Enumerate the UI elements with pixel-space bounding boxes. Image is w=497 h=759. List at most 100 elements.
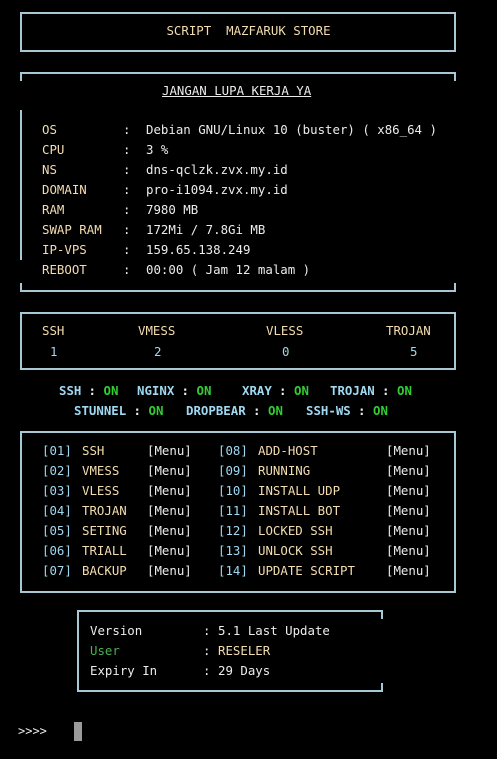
menu-item-name[interactable]: UPDATE SCRIPT (258, 561, 355, 581)
menu-item-number: [02] (42, 463, 72, 478)
menu-item-name[interactable]: INSTALL UDP (258, 481, 340, 501)
info-value: 172Mi / 7.8Gi MB (146, 222, 266, 237)
info-separator: : (123, 202, 131, 217)
account-label: VLESS (266, 323, 304, 338)
menu-item-name[interactable]: LOCKED SSH (258, 521, 333, 541)
info-separator: : (123, 222, 131, 237)
menu-item-number: [01] (42, 443, 72, 458)
service-name: SSH (59, 383, 82, 398)
version-label: User (90, 643, 120, 658)
version-value: 5.1 Last Update (218, 623, 330, 638)
menu-item-number: [05] (42, 523, 72, 538)
menu-tag[interactable]: [Menu] (147, 441, 192, 461)
menu-item-name[interactable]: VLESS (82, 481, 119, 501)
service-status-on: ON (373, 403, 388, 418)
service-name: SSH-WS (306, 403, 351, 418)
menu-item-name[interactable]: TRIALL (82, 541, 127, 561)
info-separator: : (123, 122, 131, 137)
service-separator: : (382, 383, 390, 398)
account-label: SSH (42, 323, 65, 338)
menu-item-name[interactable]: BACKUP (82, 561, 127, 581)
menu-item-name[interactable]: SETING (82, 521, 127, 541)
service-separator: : (279, 383, 287, 398)
service-name: XRAY (242, 383, 272, 398)
version-label: Version (90, 623, 143, 638)
service-separator: : (133, 403, 141, 418)
menu-item-number: [03] (42, 483, 72, 498)
menu-item-name[interactable]: RUNNING (258, 461, 310, 481)
menu-item-number: [09] (218, 463, 248, 478)
menu-item-number: [08] (218, 443, 248, 458)
info-label: IP-VPS (42, 242, 87, 257)
menu-item-number: [04] (42, 503, 72, 518)
info-value: 7980 MB (146, 202, 199, 217)
info-label: REBOOT (42, 262, 87, 277)
menu-tag[interactable]: [Menu] (386, 561, 431, 581)
version-separator: : (203, 643, 211, 658)
menu-item-name[interactable]: SSH (82, 441, 104, 461)
service-name: NGINX (137, 383, 175, 398)
info-value: 3 % (146, 142, 169, 157)
menu-item-number: [10] (218, 483, 248, 498)
menu-item-number: [06] (42, 543, 72, 558)
menu-tag[interactable]: [Menu] (147, 501, 192, 521)
menu-tag[interactable]: [Menu] (147, 541, 192, 561)
info-value: Debian GNU/Linux 10 (buster) ( x86_64 ) (146, 122, 437, 137)
info-value: 159.65.138.249 (146, 242, 251, 257)
info-heading: JANGAN LUPA KERJA YA (162, 83, 312, 98)
account-count: 1 (50, 344, 58, 359)
info-separator: : (123, 242, 131, 257)
prompt: >>>> (18, 724, 47, 738)
info-label: DOMAIN (42, 182, 87, 197)
menu-item-name[interactable]: UNLOCK SSH (258, 541, 333, 561)
info-label: CPU (42, 142, 65, 157)
input-cursor[interactable] (74, 722, 82, 741)
menu-item-name[interactable]: ADD-HOST (258, 441, 318, 461)
version-value: 29 Days (218, 663, 271, 678)
menu-item-number: [14] (218, 563, 248, 578)
menu-tag[interactable]: [Menu] (386, 481, 431, 501)
account-count: 2 (154, 344, 162, 359)
service-separator: : (253, 403, 261, 418)
menu-tag[interactable]: [Menu] (386, 501, 431, 521)
info-separator: : (123, 162, 131, 177)
info-label: SWAP RAM (42, 222, 102, 237)
service-separator: : (181, 383, 189, 398)
info-label: NS (42, 162, 57, 177)
menu-tag[interactable]: [Menu] (386, 521, 431, 541)
account-label: VMESS (138, 323, 176, 338)
version-separator: : (203, 623, 211, 638)
menu-tag[interactable]: [Menu] (386, 541, 431, 561)
service-status-on: ON (294, 383, 309, 398)
version-separator: : (203, 663, 211, 678)
header-title: SCRIPT MAZFARUK STORE (166, 23, 331, 38)
menu-item-name[interactable]: VMESS (82, 461, 119, 481)
service-status-on: ON (397, 383, 412, 398)
service-status-on: ON (268, 403, 283, 418)
menu-tag[interactable]: [Menu] (386, 461, 431, 481)
info-value: pro-i1094.zvx.my.id (146, 182, 288, 197)
service-separator: : (358, 403, 366, 418)
info-label: OS (42, 122, 57, 137)
menu-tag[interactable]: [Menu] (147, 561, 192, 581)
info-label: RAM (42, 202, 65, 217)
menu-tag[interactable]: [Menu] (386, 441, 431, 461)
menu-tag[interactable]: [Menu] (147, 461, 192, 481)
menu-item-number: [11] (218, 503, 248, 518)
menu-item-number: [13] (218, 543, 248, 558)
menu-tag[interactable]: [Menu] (147, 521, 192, 541)
service-status-on: ON (196, 383, 212, 398)
version-label: Expiry In (90, 663, 158, 678)
account-count: 5 (410, 344, 418, 359)
menu-tag[interactable]: [Menu] (147, 481, 192, 501)
info-value: 00:00 ( Jam 12 malam ) (146, 262, 311, 277)
info-separator: : (123, 142, 131, 157)
menu-item-name[interactable]: INSTALL BOT (258, 501, 340, 521)
info-separator: : (123, 262, 131, 277)
menu-item-name[interactable]: TROJAN (82, 501, 127, 521)
info-separator: : (123, 182, 131, 197)
account-count: 0 (282, 344, 290, 359)
service-status-on: ON (103, 383, 119, 398)
account-label: TROJAN (386, 323, 431, 338)
menu-item-number: [12] (218, 523, 248, 538)
